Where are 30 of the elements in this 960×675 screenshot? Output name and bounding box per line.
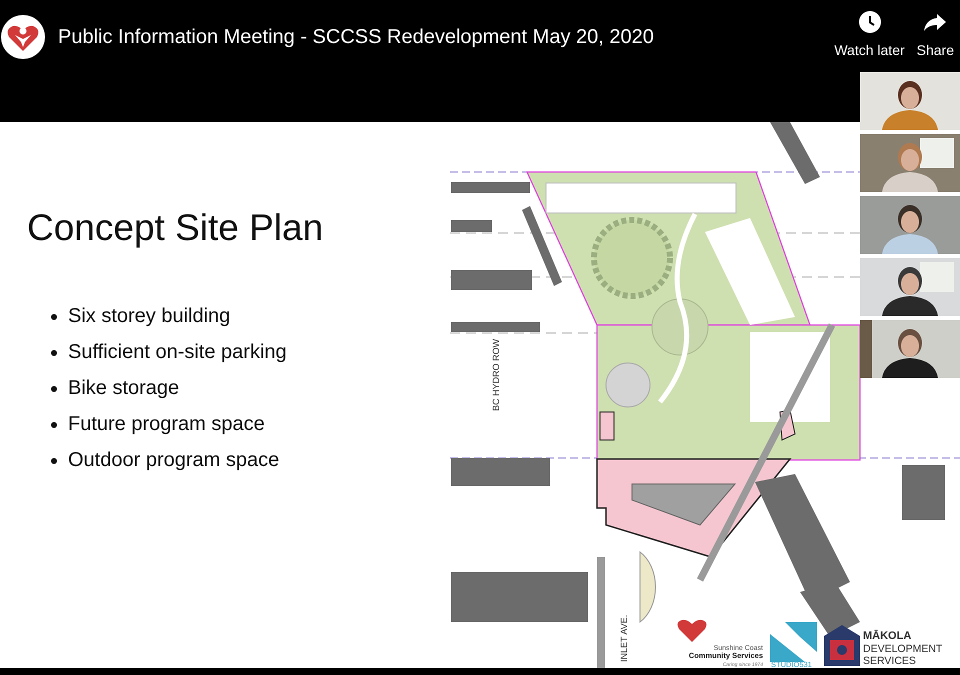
studio-logo-icon — [770, 634, 805, 662]
heart-logo-icon — [678, 620, 706, 642]
bullet-text: Future program space — [68, 412, 265, 438]
logo-text: SERVICES — [863, 655, 916, 667]
parking-lot — [640, 552, 656, 622]
bullet-icon — [51, 458, 57, 464]
bullet-text: Outdoor program space — [68, 448, 280, 474]
bike-shelter — [779, 409, 796, 441]
logo-text: DEVELOPMENT — [863, 643, 942, 655]
map-label: BC HYDRO ROW — [491, 339, 501, 411]
share-button[interactable]: Share — [916, 10, 954, 58]
bullet-icon — [51, 386, 57, 392]
clock-icon — [858, 10, 882, 34]
existing-building — [902, 465, 945, 520]
existing-building — [451, 220, 492, 232]
bullet-text: Bike storage — [68, 376, 180, 402]
logo-text: MĀKOLA — [863, 630, 912, 642]
map-label: INLET AVE. — [619, 614, 629, 662]
channel-logo-icon[interactable] — [1, 15, 45, 59]
watch-later-button[interactable]: Watch later — [834, 10, 905, 58]
totem-logo-icon — [824, 625, 860, 666]
slide-title: Concept Site Plan — [27, 206, 324, 250]
bullet-icon — [51, 350, 57, 356]
bullet-icon — [51, 422, 57, 428]
bullet-text: Sufficient on-site parking — [68, 340, 287, 366]
video-title[interactable]: Public Information Meeting - SCCSS Redevelopment May 20, 2020 — [58, 26, 654, 49]
bullet-text: Six storey building — [68, 304, 230, 330]
existing-building — [770, 122, 820, 184]
studio-logo-icon — [785, 622, 817, 652]
bullet-icon — [51, 314, 57, 320]
